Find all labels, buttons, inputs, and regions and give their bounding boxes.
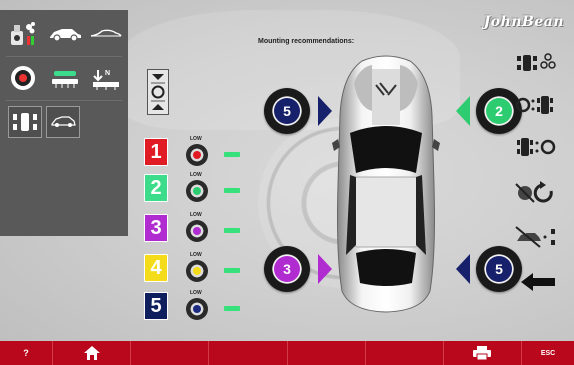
sensor-relearn-icon[interactable] xyxy=(512,48,558,78)
divider xyxy=(6,56,122,57)
help-button[interactable]: ? xyxy=(0,341,53,365)
tyre-position-number: 5 xyxy=(274,98,300,124)
tyre-position-number: 3 xyxy=(274,256,300,282)
wheel-to-car-icon[interactable] xyxy=(512,90,558,120)
function-key-3[interactable] xyxy=(131,341,210,365)
function-key-4[interactable] xyxy=(209,341,288,365)
position-badge: 3 xyxy=(144,214,168,242)
sensor-status-bar xyxy=(224,268,240,273)
home-button[interactable] xyxy=(53,341,132,365)
no-rotate-icon[interactable] xyxy=(512,178,558,208)
position-badge: 2 xyxy=(144,174,168,202)
tyre-position-number: 5 xyxy=(486,256,512,282)
valve-sensor-icon xyxy=(186,298,208,320)
low-label: LOW xyxy=(190,172,202,178)
wheel-tyre-icon[interactable] xyxy=(6,62,40,94)
position-badge: 5 xyxy=(144,292,168,320)
divider xyxy=(6,100,122,101)
arrow-right-icon xyxy=(318,254,332,284)
sensor-status-bar xyxy=(224,228,240,233)
sensor-status-bar xyxy=(224,306,240,311)
arrow-right-icon xyxy=(318,96,332,126)
print-button[interactable] xyxy=(444,341,523,365)
car-top-view xyxy=(332,55,440,313)
tyre-front-left[interactable]: 5 xyxy=(264,88,310,134)
tpms-tool-icon[interactable] xyxy=(6,18,40,50)
help-label: ? xyxy=(23,348,29,358)
sensor-row-4[interactable]: 4 LOW xyxy=(144,252,254,284)
tyre-rear-left[interactable]: 3 xyxy=(264,246,310,292)
printer-icon xyxy=(473,346,492,360)
no-car-sensor-icon[interactable] xyxy=(512,222,558,252)
lift-position-indicator[interactable] xyxy=(147,69,169,115)
esc-button[interactable]: ESC xyxy=(522,341,574,365)
axle-layout-button[interactable] xyxy=(8,106,42,138)
esc-label: ESC xyxy=(540,349,556,357)
vehicle-select-button[interactable] xyxy=(46,106,80,138)
sensor-row-5[interactable]: 5 LOW xyxy=(144,290,254,322)
low-label: LOW xyxy=(190,252,202,258)
position-badge: 4 xyxy=(144,254,168,282)
sensor-status-bar xyxy=(224,188,240,193)
position-badge: 1 xyxy=(144,138,168,166)
function-key-6[interactable] xyxy=(366,341,444,365)
car-to-wheel-icon[interactable] xyxy=(512,132,558,162)
sensor-row-2[interactable]: 2 LOW xyxy=(144,172,254,204)
car-profile-outline-icon[interactable] xyxy=(88,22,124,46)
screen: N JohnBean Mounting recommendations: 1 L… xyxy=(0,0,574,365)
page-title: Mounting recommendations: xyxy=(258,38,355,45)
svg-text:N: N xyxy=(105,70,110,77)
function-key-5[interactable] xyxy=(288,341,366,365)
sensor-status-icon[interactable] xyxy=(46,64,84,92)
low-label: LOW xyxy=(190,212,202,218)
tyre-position-number: 2 xyxy=(486,98,512,124)
brand-logo: JohnBean xyxy=(483,14,564,30)
home-icon xyxy=(83,346,100,360)
car-side-icon[interactable] xyxy=(46,22,84,46)
left-mode-panel: N xyxy=(0,10,128,236)
valve-sensor-icon xyxy=(186,260,208,282)
arrow-left-icon xyxy=(456,254,470,284)
sensor-row-1[interactable]: 1 LOW xyxy=(144,136,254,168)
sensor-status-bar xyxy=(224,152,240,157)
low-label: LOW xyxy=(190,290,202,296)
arrow-left-icon[interactable] xyxy=(518,270,558,294)
torque-nm-icon[interactable]: N xyxy=(88,64,124,92)
sensor-row-3[interactable]: 3 LOW xyxy=(144,212,254,244)
arrow-left-icon xyxy=(456,96,470,126)
tyre-rear-right[interactable]: 5 xyxy=(476,246,522,292)
valve-sensor-icon xyxy=(186,144,208,166)
valve-sensor-icon xyxy=(186,180,208,202)
function-key-bar: ? ESC xyxy=(0,341,574,365)
low-label: LOW xyxy=(190,136,202,142)
valve-sensor-icon xyxy=(186,220,208,242)
